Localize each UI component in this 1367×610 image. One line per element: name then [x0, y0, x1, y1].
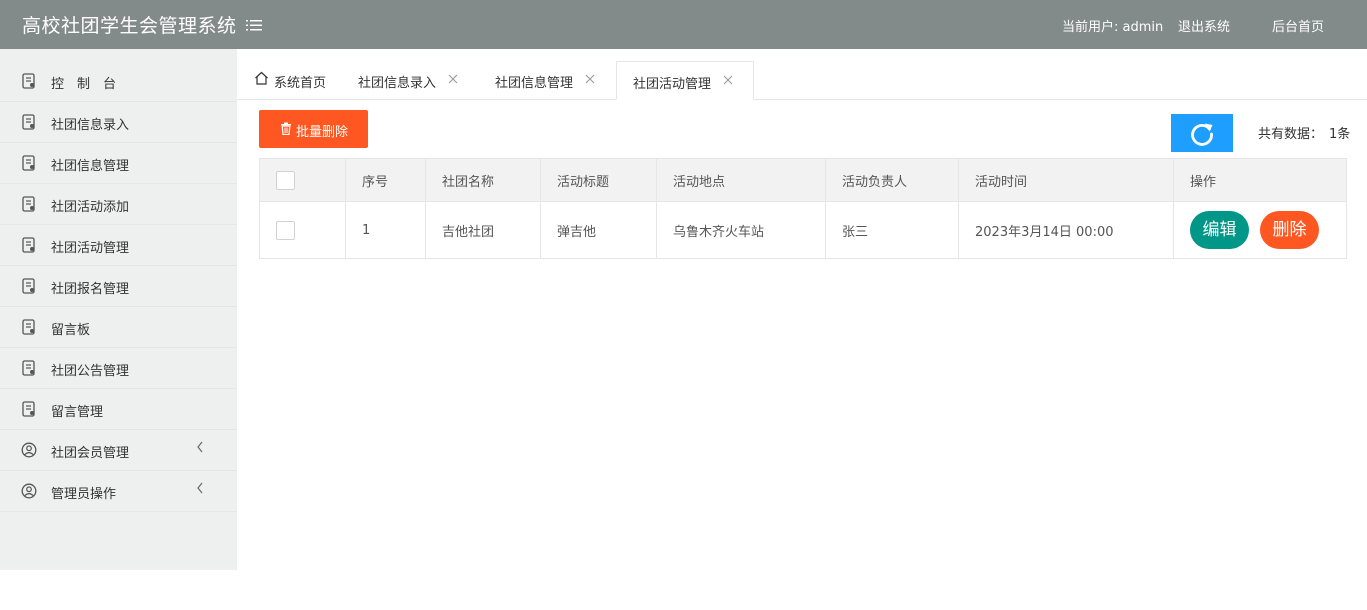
sidebar-item-label: 社团信息录入 [51, 118, 130, 133]
delete-button[interactable]: 删除 [1260, 211, 1319, 249]
tab-bar: 系统首页 社团信息录入 社团信息管理 社团活动管理 [237, 49, 1367, 100]
sidebar-item-activity-manage[interactable]: 社团活动管理 [0, 225, 237, 266]
sidebar-item-label: 社团活动添加 [51, 200, 130, 215]
current-user-label: 当前用户: admin [1062, 20, 1164, 35]
user-circle-icon [21, 442, 37, 458]
sidebar-item-label: 留言管理 [51, 405, 104, 420]
tab-label: 社团信息管理 [495, 76, 574, 91]
column-header: 活动标题 [540, 158, 657, 202]
sidebar-item-label: 社团会员管理 [51, 446, 130, 461]
batch-delete-label: 批量删除 [296, 125, 349, 140]
activity-table: 序号 社团名称 活动标题 活动地点 活动负责人 活动时间 操作 1 吉他社团 弹… [259, 158, 1347, 259]
tab-activity-manage[interactable]: 社团活动管理 [616, 61, 754, 100]
document-icon [21, 360, 37, 376]
cell-activity-place: 乌鲁木齐火车站 [656, 201, 826, 259]
document-icon [21, 114, 37, 130]
column-header: 序号 [345, 158, 426, 202]
refresh-button[interactable] [1171, 114, 1233, 152]
total-value: 1条 [1329, 127, 1351, 142]
sidebar-item-member-manage[interactable]: 社团会员管理 [0, 430, 237, 471]
close-icon[interactable] [447, 73, 459, 85]
column-header: 活动负责人 [825, 158, 959, 202]
document-icon [21, 237, 37, 253]
document-icon [21, 401, 37, 417]
sidebar: 控 制 台 社团信息录入 社团信息管理 社团活动添加 社团活动管理 社团报名管理 [0, 49, 237, 570]
trash-icon [280, 122, 292, 136]
column-header: 操作 [1173, 158, 1347, 202]
sidebar-item-label: 管理员操作 [51, 487, 117, 502]
sidebar-item-activity-add[interactable]: 社团活动添加 [0, 184, 237, 225]
document-icon [21, 319, 37, 335]
sidebar-item-label: 社团报名管理 [51, 282, 130, 297]
tab-label: 社团信息录入 [358, 76, 437, 91]
sidebar-item-label: 留言板 [51, 323, 91, 338]
sidebar-item-label: 社团活动管理 [51, 241, 130, 256]
sidebar-item-message-board[interactable]: 留言板 [0, 307, 237, 348]
close-icon[interactable] [584, 73, 596, 85]
sidebar-item-notice-manage[interactable]: 社团公告管理 [0, 348, 237, 389]
tab-club-info-manage[interactable]: 社团信息管理 [495, 61, 605, 100]
sidebar-item-label: 控 制 台 [51, 77, 117, 92]
cell-actions: 编辑 删除 [1173, 201, 1347, 259]
sidebar-item-club-info-entry[interactable]: 社团信息录入 [0, 102, 237, 143]
tab-club-info-entry[interactable]: 社团信息录入 [358, 61, 468, 100]
sidebar-item-club-info-manage[interactable]: 社团信息管理 [0, 143, 237, 184]
document-icon [21, 155, 37, 171]
cell-activity-time: 2023年3月14日 00:00 [958, 201, 1174, 259]
refresh-icon [1191, 123, 1213, 146]
tab-label: 系统首页 [274, 76, 327, 91]
cell-activity-leader: 张三 [825, 201, 959, 259]
chevron-left-icon [195, 481, 205, 495]
cell-club-name: 吉他社团 [425, 201, 541, 259]
app-title: 高校社团学生会管理系统 [22, 15, 237, 37]
sidebar-item-label: 社团信息管理 [51, 159, 130, 174]
menu-toggle-icon[interactable] [246, 18, 262, 32]
cell-index: 1 [345, 201, 426, 259]
sidebar-item-label: 社团公告管理 [51, 364, 130, 379]
document-icon [21, 73, 37, 89]
table-header-row: 序号 社团名称 活动标题 活动地点 活动负责人 活动时间 操作 [259, 158, 1347, 202]
header-checkbox-cell [259, 158, 346, 202]
edit-button[interactable]: 编辑 [1190, 211, 1249, 249]
sidebar-item-dashboard[interactable]: 控 制 台 [0, 61, 237, 102]
sidebar-item-admin-ops[interactable]: 管理员操作 [0, 471, 237, 512]
batch-delete-button[interactable]: 批量删除 [259, 110, 368, 148]
top-header: 高校社团学生会管理系统 当前用户: admin 退出系统 后台首页 [0, 0, 1367, 49]
table-row: 1 吉他社团 弹吉他 乌鲁木齐火车站 张三 2023年3月14日 00:00 编… [259, 201, 1347, 259]
row-checkbox-cell [259, 201, 346, 259]
column-header: 活动地点 [656, 158, 826, 202]
user-circle-icon [21, 483, 37, 499]
row-checkbox[interactable] [276, 220, 295, 240]
home-icon [254, 71, 269, 89]
total-count: 共有数据： 1条 [1258, 123, 1350, 142]
document-icon [21, 196, 37, 212]
sidebar-item-signup-manage[interactable]: 社团报名管理 [0, 266, 237, 307]
sidebar-item-message-manage[interactable]: 留言管理 [0, 389, 237, 430]
cell-activity-title: 弹吉他 [540, 201, 657, 259]
tab-home[interactable]: 系统首页 [253, 61, 349, 100]
close-icon[interactable] [722, 74, 734, 86]
chevron-left-icon [195, 440, 205, 454]
logout-link[interactable]: 退出系统 [1178, 16, 1230, 35]
tab-label: 社团活动管理 [633, 77, 712, 92]
admin-home-link[interactable]: 后台首页 [1272, 16, 1324, 35]
column-header: 活动时间 [958, 158, 1174, 202]
total-label: 共有数据： [1258, 127, 1324, 142]
document-icon [21, 278, 37, 294]
select-all-checkbox[interactable] [276, 170, 295, 190]
column-header: 社团名称 [425, 158, 541, 202]
